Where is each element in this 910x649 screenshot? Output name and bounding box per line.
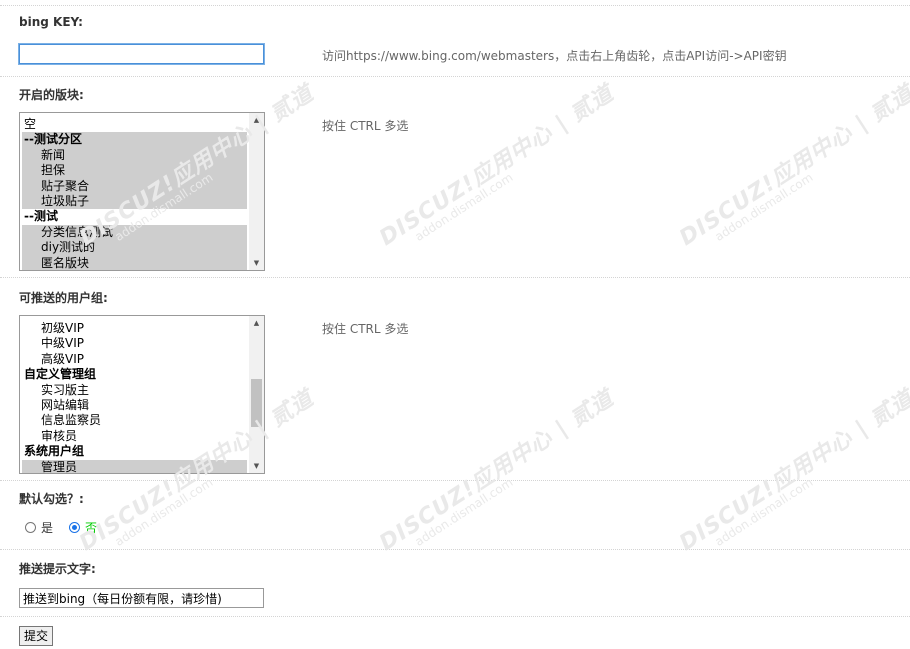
list-item[interactable]: 新闻 [22,147,247,164]
prompt-text-label: 推送提示文字: [19,562,96,576]
list-item[interactable]: --测试分区 [22,132,247,148]
list-item[interactable]: 分类信息测试 [22,224,247,241]
usergroups-scrollbar[interactable]: ▲ ▼ [249,316,264,473]
forums-scrollbar[interactable]: ▲ ▼ [249,113,264,270]
default-checked-label: 默认勾选？: [19,492,84,506]
forums-multiselect[interactable]: 空 --测试分区 新闻 担保 贴子聚合 垃圾贴子 --测试 分类信息测试 diy测试的 匿名版块 … [19,112,265,271]
list-item[interactable]: --测试 [22,209,247,224]
list-item[interactable]: 贴子聚合 [22,178,247,194]
forums-label: 开启的版块: [19,88,84,102]
list-item[interactable]: diy测试的 [22,240,247,256]
list-item[interactable]: 中级VIP [22,336,247,351]
divider [0,549,910,550]
usergroups-multiselect[interactable]: 初级VIP 中级VIP 高级VIP 自定义管理组 实习版主 网站编辑 信息监察员 审核员 系统用… [19,315,265,474]
divider [0,616,910,617]
bing-key-label: bing KEY: [19,15,83,29]
divider [0,277,910,278]
scroll-up-icon[interactable]: ▲ [249,316,264,330]
divider [0,480,910,481]
scroll-down-icon[interactable]: ▼ [249,256,264,270]
divider [0,76,910,77]
list-item[interactable]: 初级VIP [22,321,247,336]
usergroups-options: 初级VIP 中级VIP 高级VIP 自定义管理组 实习版主 网站编辑 信息监察员 审核员 系统用… [22,321,247,473]
watermark: DISCUZ!应用中心 | 贰道 addon.dismall.com [375,80,619,251]
divider [0,5,910,6]
usergroups-hint: 按住 CTRL 多选 [322,322,409,336]
forums-options: 空 --测试分区 新闻 担保 贴子聚合 垃圾贴子 --测试 分类信息测试 diy测试的 匿名版块 [22,117,247,270]
bing-key-hint: 访问https://www.bing.com/webmasters，点击右上角齿… [322,49,787,63]
list-item[interactable]: 高级VIP [22,352,247,367]
scrollbar-thumb[interactable] [251,379,262,427]
list-item[interactable]: 网站编辑 [22,398,247,413]
radio-yes[interactable]: 是 [25,519,53,536]
submit-button[interactable]: 提交 [19,626,54,646]
forums-hint: 按住 CTRL 多选 [322,119,409,133]
radio-no[interactable]: 否 [69,519,97,536]
list-item[interactable]: 空 [22,117,247,132]
list-item[interactable]: 信息监察员 [22,413,247,428]
watermark: DISCUZ!应用中心 | 贰道 addon.dismall.com [375,385,619,556]
scroll-down-icon[interactable]: ▼ [249,459,264,473]
watermark: DISCUZ!应用中心 | 贰道 addon.dismall.com [675,385,910,556]
list-item[interactable]: 垃圾贴子 [22,193,247,210]
scroll-up-icon[interactable]: ▲ [249,113,264,127]
radio-yes-circle[interactable] [25,522,36,533]
list-item[interactable]: 系统用户组 [22,444,247,459]
radio-no-label: 否 [85,521,98,535]
watermark: DISCUZ!应用中心 | 贰道 addon.dismall.com [675,80,910,251]
list-item[interactable]: 匿名版块 [22,255,247,270]
list-item[interactable]: 审核员 [22,429,247,444]
list-item[interactable]: 实习版主 [22,383,247,398]
prompt-text-input[interactable] [19,588,264,608]
radio-no-circle[interactable] [69,522,80,533]
bing-key-input[interactable] [19,44,264,64]
list-item[interactable]: 管理员 [22,459,247,473]
radio-yes-label: 是 [41,521,54,535]
list-item[interactable]: 自定义管理组 [22,367,247,382]
list-item[interactable]: 担保 [22,163,247,179]
usergroups-label: 可推送的用户组: [19,291,108,305]
